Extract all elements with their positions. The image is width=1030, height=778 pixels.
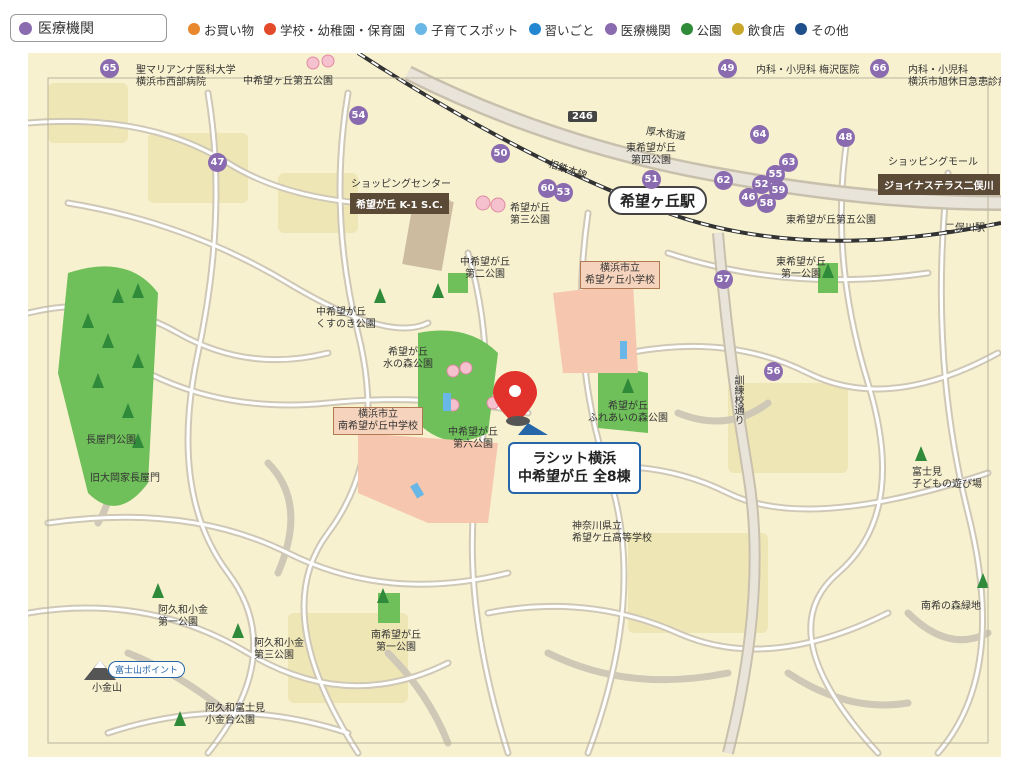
park-naka5-label: 中希望ヶ丘第五公園 (243, 76, 333, 87)
medical-badge[interactable]: 48 (836, 128, 855, 147)
legend-dot-icon (604, 23, 617, 35)
legend-bar: 医療機関 お買い物 学校・幼稚園・保育園 子育てスポット 習いごと 医療機関 公園 飲食店 そ… (0, 0, 1030, 56)
medical-badge[interactable]: 46 (739, 188, 758, 207)
medical-badge[interactable]: 57 (714, 270, 733, 289)
area-map[interactable]: 希望ヶ丘駅 相鉄本線 厚木街道 246 訓練校通り ラシット横浜 中希望が丘 全… (28, 53, 1001, 757)
medical-badge[interactable]: 50 (491, 144, 510, 163)
park-kibo3-label: 希望が丘 第三公園 (510, 203, 550, 226)
park-nagaya-label: 長屋門公園 (86, 435, 136, 446)
medical-badge[interactable]: 64 (750, 125, 769, 144)
medical-badge[interactable]: 47 (208, 153, 227, 172)
legend-dot-icon (680, 23, 693, 35)
legend-item[interactable]: 飲食店 (731, 20, 786, 39)
k1sc-label[interactable]: 希望が丘 K-1 S.C. (350, 193, 450, 214)
property-name: ラシット横浜 (532, 451, 617, 467)
park-minami1-label: 南希望が丘 第一公園 (371, 630, 421, 653)
futamatagawa-station-label: 二俣川駅 (945, 223, 985, 234)
medical-badge[interactable]: 56 (764, 362, 783, 381)
legend-item[interactable]: 医療機関 (604, 20, 671, 39)
legend-label: 子育てスポット (431, 22, 519, 38)
park-akuwa1-label: 阿久和小金 第一公園 (158, 605, 208, 628)
hospital-marianna-label[interactable]: 聖マリアンナ医科大学 横浜市西部病院 (136, 65, 236, 89)
legend-item[interactable]: 学校・幼稚園・保育園 (264, 20, 405, 39)
park-fureai-label: 希望が丘 ふれあいの森公園 (588, 401, 668, 424)
station-label: 希望ヶ丘駅 (608, 186, 708, 215)
park-naka2-label: 中希望が丘 第二公園 (460, 257, 510, 280)
property-callout[interactable]: ラシット横浜 中希望が丘 全8棟 (508, 442, 641, 494)
joinus-label[interactable]: ジョイナステラス二俣川 (878, 174, 1000, 195)
clinic-umezawa-label[interactable]: 内科・小児科 梅沢医院 (756, 65, 859, 77)
high-school-label[interactable]: 神奈川県立 希望ケ丘高等学校 (572, 521, 652, 545)
minamiki-green-label: 南希の森緑地 (921, 601, 981, 612)
park-naka6-label: 中希望が丘 第六公園 (448, 427, 498, 450)
medical-badge[interactable]: 49 (718, 59, 737, 78)
route-246-sign: 246 (568, 111, 597, 122)
medical-badge[interactable]: 51 (642, 170, 661, 189)
category-legend: お買い物 学校・幼稚園・保育園 子育てスポット 習いごと 医療機関 公園 飲食店 その他 (188, 20, 859, 38)
medical-filter-button[interactable]: 医療機関 (10, 14, 167, 42)
park-higashi4-label: 東希望が丘 第四公園 (626, 143, 676, 166)
legend-label: 医療機関 (620, 22, 671, 38)
legend-label: 公園 (696, 22, 722, 38)
fuji-point-label: 富士山ポイント (108, 661, 186, 678)
property-detail: 中希望が丘 全8棟 (518, 469, 631, 485)
legend-dot-icon (795, 23, 808, 35)
legend-dot-icon (415, 23, 428, 35)
medical-badge[interactable]: 58 (757, 194, 776, 213)
medical-badge[interactable]: 54 (349, 106, 368, 125)
legend-dot-icon (731, 23, 744, 35)
legend-label: お買い物 (204, 22, 255, 38)
legend-item[interactable]: 習いごと (528, 20, 595, 39)
nagaya-gate-label: 旧大岡家長屋門 (90, 473, 160, 484)
legend-item[interactable]: お買い物 (188, 20, 254, 39)
medical-badge[interactable]: 66 (870, 59, 889, 78)
legend-item[interactable]: 公園 (680, 20, 722, 39)
medical-badge[interactable]: 62 (714, 171, 733, 190)
filter-label: 医療機関 (38, 21, 94, 37)
medical-badge[interactable]: 53 (554, 183, 573, 202)
park-mizunomori-label: 希望が丘 水の森公園 (383, 347, 433, 370)
park-fujimi-label: 富士見 子どもの遊び場 (912, 467, 982, 490)
park-akuwa3-label: 阿久和小金 第三公園 (254, 638, 304, 661)
legend-item[interactable]: その他 (795, 20, 849, 39)
map-canvas (28, 53, 1001, 757)
shopping-center-label: ショッピングセンター (351, 179, 451, 190)
park-higashi5-label: 東希望が丘第五公園 (786, 215, 876, 226)
koganeyama-label: 小金山 (92, 683, 122, 694)
park-higashi1-label: 東希望が丘 第一公園 (776, 257, 826, 280)
park-akuwa-fuji-label: 阿久和富士見 小金台公園 (205, 703, 265, 726)
legend-dot-icon (264, 23, 277, 35)
clinic-kyujitsu-label[interactable]: 内科・小児科 横浜市旭休日急患診療所 (908, 65, 1001, 89)
legend-label: 飲食店 (747, 22, 786, 38)
legend-label: 習いごと (544, 22, 595, 38)
road-kunren-label: 訓練校通り (732, 375, 743, 425)
legend-label: 学校・幼稚園・保育園 (280, 22, 406, 38)
medical-badge[interactable]: 65 (100, 59, 119, 78)
elementary-school-label[interactable]: 横浜市立 希望ケ丘小学校 (580, 261, 660, 289)
legend-dot-icon (188, 23, 200, 35)
legend-dot-icon (528, 23, 541, 35)
shopping-mall-label: ショッピングモール (888, 157, 978, 168)
junior-high-school-label[interactable]: 横浜市立 南希望が丘中学校 (333, 407, 423, 435)
legend-item[interactable]: 子育てスポット (415, 20, 519, 39)
park-kusunoki-label: 中希望が丘 くすのき公園 (316, 307, 376, 330)
legend-label: その他 (811, 22, 849, 38)
medical-dot-icon (19, 21, 32, 35)
